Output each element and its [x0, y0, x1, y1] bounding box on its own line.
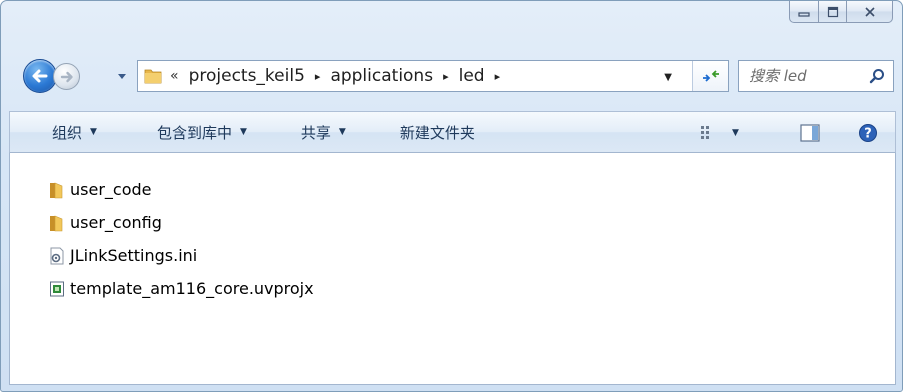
list-item[interactable]: user_code [48, 173, 314, 206]
close-icon [864, 6, 875, 17]
svg-text:?: ? [864, 127, 872, 142]
caption-buttons [789, 1, 893, 23]
recent-pages-button[interactable] [117, 72, 127, 82]
file-name: JLinkSettings.ini [70, 246, 198, 265]
chevron-down-icon: ▼ [338, 127, 346, 137]
help-icon: ? [859, 124, 877, 142]
address-history-dropdown[interactable]: ▼ [664, 72, 672, 83]
change-view-button[interactable]: ▼ [700, 118, 739, 148]
folder-icon [48, 214, 66, 232]
file-list-pane[interactable]: user_code user_config JLinkSettings.ini … [9, 153, 896, 385]
settings-file-icon [48, 247, 66, 265]
file-list: user_code user_config JLinkSettings.ini … [48, 173, 314, 305]
minimize-button[interactable] [789, 1, 819, 23]
list-item[interactable]: user_config [48, 206, 314, 239]
address-bar[interactable]: « projects_keil5 ▸ applications ▸ led ▸ … [137, 60, 729, 92]
search-icon[interactable] [869, 68, 885, 84]
breadcrumb-overflow[interactable]: « [170, 68, 179, 84]
preview-pane-icon [800, 124, 820, 142]
search-box[interactable] [738, 60, 894, 92]
chevron-right-icon[interactable]: ▸ [443, 70, 449, 83]
new-folder-button[interactable]: 新建文件夹 [392, 117, 483, 147]
folder-icon [144, 67, 162, 85]
search-input[interactable] [749, 64, 867, 88]
view-options-icon [701, 126, 709, 139]
new-folder-label: 新建文件夹 [399, 123, 475, 142]
chevron-right-icon[interactable]: ▸ [495, 70, 501, 83]
help-button[interactable]: ? [858, 118, 878, 148]
chevron-down-icon: ▼ [239, 127, 247, 137]
dropdown-triangle-icon [118, 74, 126, 79]
list-item[interactable]: JLinkSettings.ini [48, 239, 314, 272]
breadcrumb-projects-keil5[interactable]: projects_keil5 [189, 66, 305, 86]
close-button[interactable] [847, 1, 893, 23]
back-arrow-icon [32, 69, 48, 83]
refresh-button[interactable] [692, 61, 728, 91]
organize-menu-button[interactable]: 组织 ▼ [44, 117, 105, 147]
maximize-icon [827, 6, 838, 17]
include-in-library-label: 包含到库中 [156, 123, 232, 142]
breadcrumb-led[interactable]: led [459, 66, 485, 86]
share-button[interactable]: 共享 ▼ [293, 117, 354, 147]
explorer-window: « projects_keil5 ▸ applications ▸ led ▸ … [0, 0, 903, 392]
include-in-library-button[interactable]: 包含到库中 ▼ [149, 117, 255, 147]
forward-button[interactable] [53, 63, 80, 90]
breadcrumb-applications[interactable]: applications [330, 66, 433, 86]
folder-icon [48, 181, 66, 199]
chevron-down-icon: ▼ [90, 127, 97, 137]
minimize-icon [798, 11, 810, 17]
refresh-icon [702, 70, 719, 82]
maximize-button[interactable] [819, 1, 847, 23]
list-item[interactable]: template_am116_core.uvprojx [48, 272, 314, 305]
preview-pane-button[interactable] [800, 118, 820, 148]
command-bar: 组织 ▼ 包含到库中 ▼ 共享 ▼ 新建文件夹 ▼ ? [9, 111, 896, 153]
chevron-right-icon[interactable]: ▸ [315, 70, 321, 83]
chevron-down-icon[interactable]: ▼ [732, 128, 739, 138]
forward-arrow-icon [60, 71, 73, 82]
file-name: user_config [70, 213, 162, 232]
file-name: user_code [70, 180, 152, 199]
organize-label: 组织 [52, 123, 83, 142]
share-label: 共享 [300, 123, 331, 142]
file-name: template_am116_core.uvprojx [70, 279, 314, 298]
back-button[interactable] [23, 59, 57, 93]
project-file-icon [48, 280, 66, 298]
